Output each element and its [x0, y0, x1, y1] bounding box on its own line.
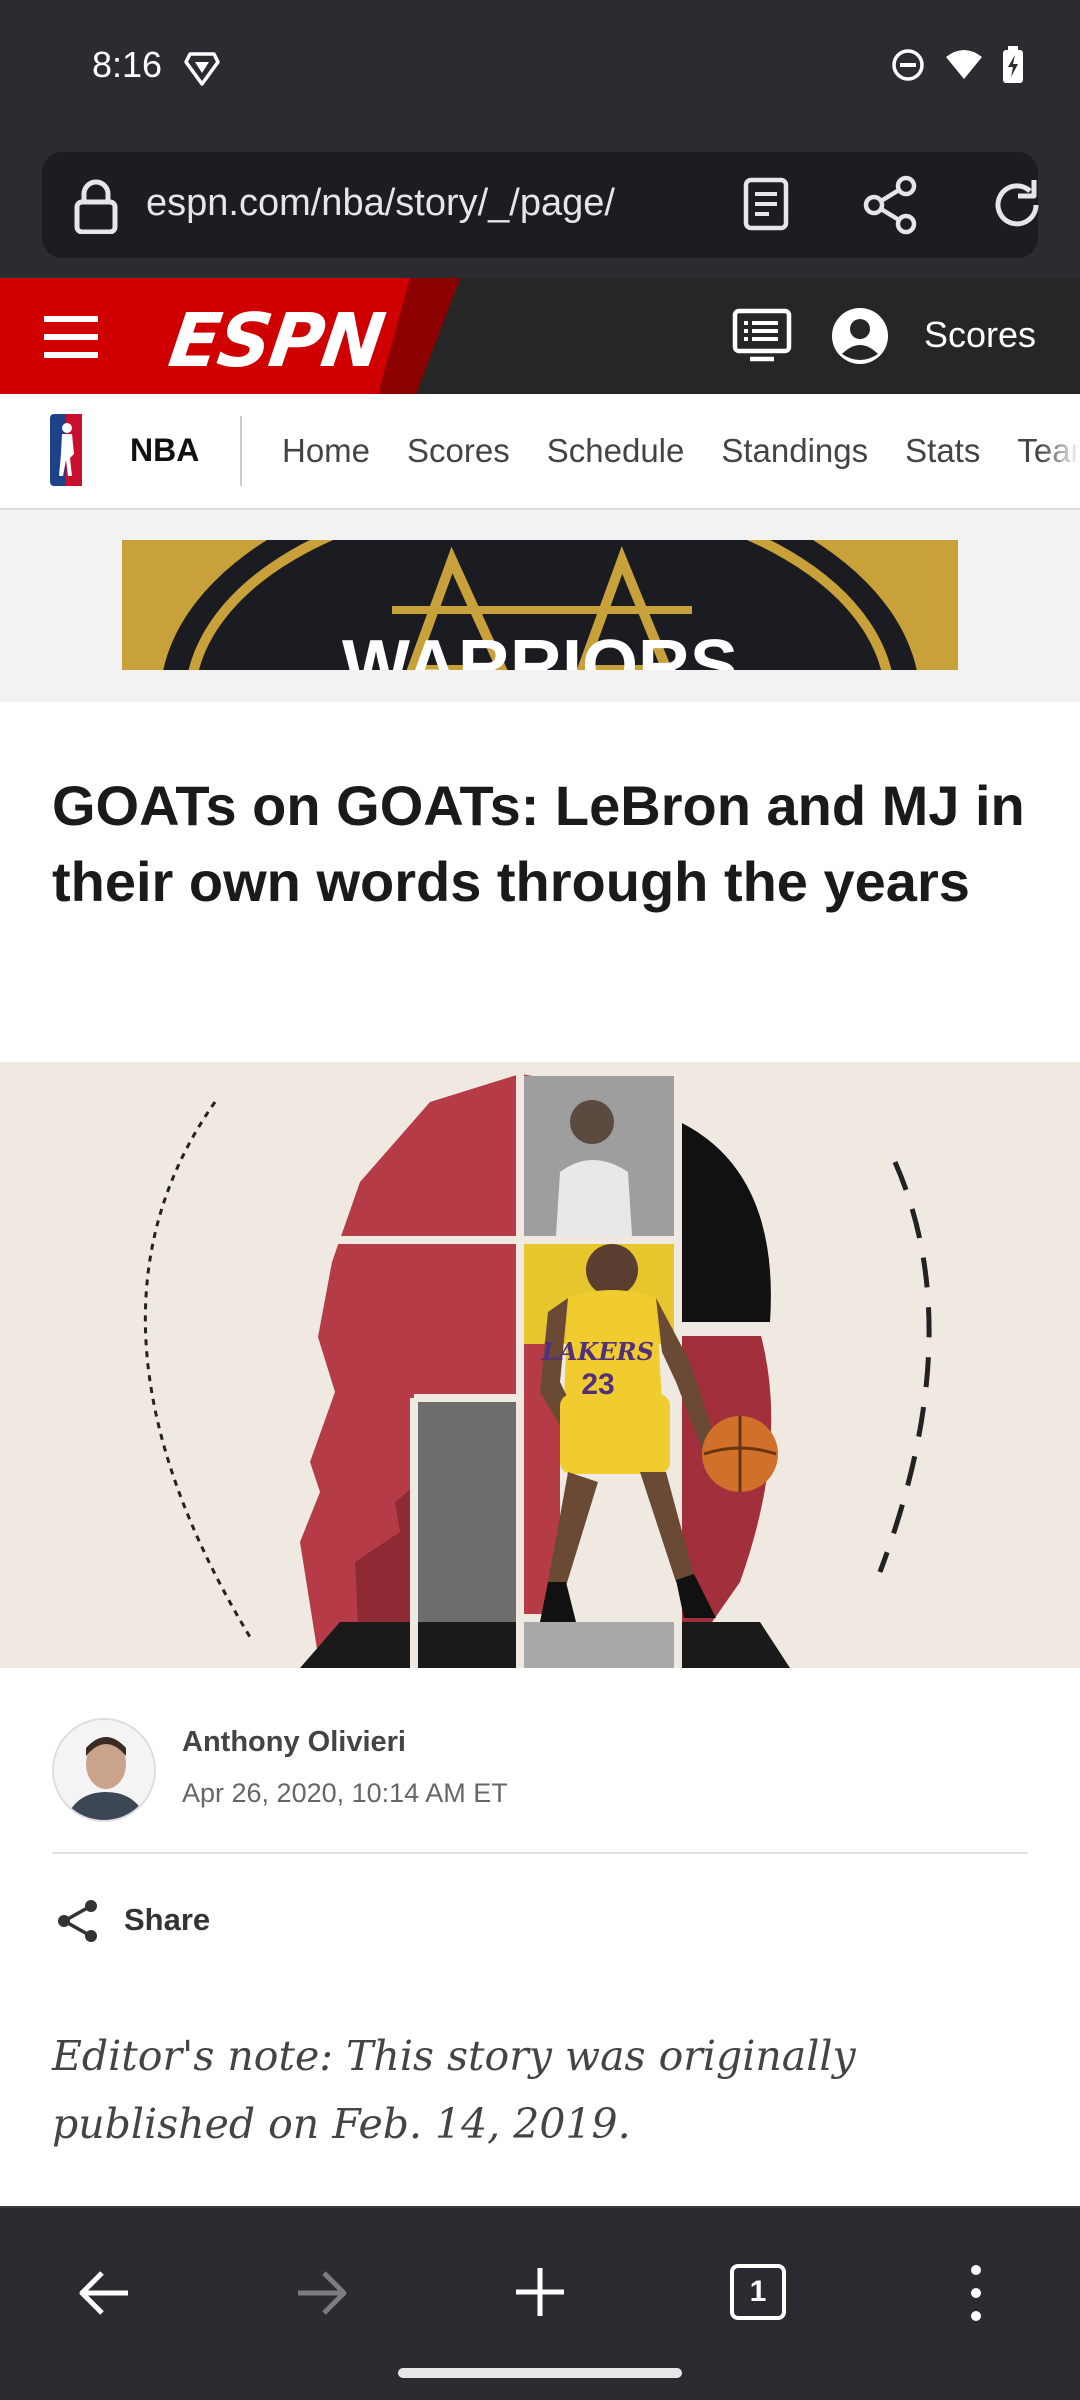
- subnav-link-schedule[interactable]: Schedule: [547, 432, 685, 470]
- back-arrow-icon[interactable]: [76, 2268, 132, 2318]
- section-label[interactable]: NBA: [130, 432, 199, 469]
- forward-arrow-icon[interactable]: [294, 2268, 350, 2318]
- address-bar[interactable]: espn.com/nba/story/_/page/: [42, 152, 1039, 258]
- author-name[interactable]: Anthony Olivieri: [182, 1726, 406, 1759]
- subnav-link-scores[interactable]: Scores: [407, 432, 510, 470]
- hamburger-menu-icon[interactable]: [44, 314, 98, 360]
- share-icon[interactable]: [56, 1898, 100, 1944]
- brave-icon: [184, 52, 220, 86]
- do-not-disturb-icon: [892, 49, 924, 81]
- ad-text: WARRIORS: [342, 626, 738, 670]
- editors-note: Editor's note: This story was originally…: [52, 2032, 856, 2148]
- subnav-links: Home Scores Schedule Standings Stats Tea…: [282, 432, 1080, 470]
- status-bar: 8:16: [0, 0, 1080, 140]
- publish-date: Apr 26, 2020, 10:14 AM ET: [182, 1778, 508, 1808]
- battery-charging-icon: [1003, 46, 1023, 83]
- home-indicator[interactable]: [398, 2368, 682, 2378]
- share-button[interactable]: Share: [124, 1902, 210, 1938]
- wifi-icon: [946, 50, 982, 79]
- author-photo: [54, 1720, 154, 1820]
- nba-logo-icon[interactable]: [50, 414, 82, 486]
- reload-icon[interactable]: [986, 174, 1048, 236]
- subnav-link-stats[interactable]: Stats: [905, 432, 980, 470]
- new-tab-icon[interactable]: [512, 2264, 568, 2320]
- nba-subnav: NBA Home Scores Schedule Standings Stats…: [0, 394, 1080, 510]
- share-icon[interactable]: [860, 174, 922, 236]
- url-text[interactable]: espn.com/nba/story/_/page/: [146, 182, 706, 232]
- scores-link[interactable]: Scores: [924, 314, 1036, 356]
- ad-area: WARRIORS: [0, 510, 1080, 702]
- subnav-fade: [1040, 394, 1080, 508]
- user-profile-icon[interactable]: [830, 306, 890, 366]
- subnav-link-home[interactable]: Home: [282, 432, 370, 470]
- author-avatar[interactable]: [52, 1718, 156, 1822]
- watch-tv-icon[interactable]: [732, 308, 792, 362]
- hero-jersey-team: LAKERS: [541, 1337, 654, 1366]
- espn-logo[interactable]: ESPN: [164, 298, 388, 384]
- subnav-link-standings[interactable]: Standings: [721, 432, 868, 470]
- hero-image[interactable]: LAKERS 23: [0, 1062, 1080, 1668]
- lock-icon: [74, 179, 118, 234]
- byline-divider: [52, 1852, 1028, 1854]
- espn-header: ESPN Scores: [0, 278, 1080, 394]
- url-fade: [652, 172, 712, 238]
- article: GOATs on GOATs: LeBron and MJ in their o…: [0, 702, 1080, 2206]
- hero-jersey-number: 23: [581, 1368, 614, 1401]
- more-menu-icon[interactable]: [958, 2262, 994, 2324]
- tab-switcher-button[interactable]: 1: [730, 2264, 786, 2320]
- status-time: 8:16: [92, 44, 163, 85]
- status-icons: [890, 46, 1024, 84]
- article-headline: GOATs on GOATs: LeBron and MJ in their o…: [52, 774, 1025, 913]
- reader-mode-icon[interactable]: [738, 176, 794, 232]
- warriors-ad-banner[interactable]: WARRIORS: [122, 540, 958, 670]
- subnav-divider: [240, 416, 242, 486]
- browser-toolbar: 1: [0, 2206, 1080, 2400]
